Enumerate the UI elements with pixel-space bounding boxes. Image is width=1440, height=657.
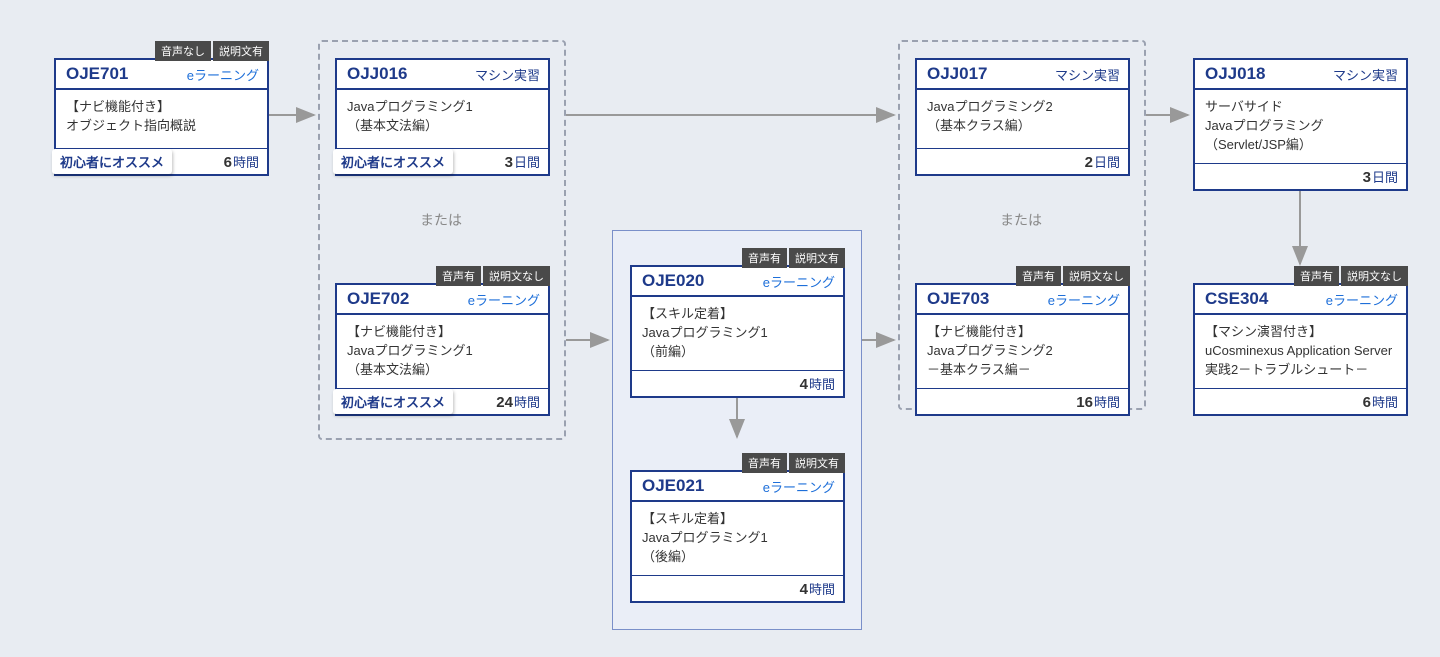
course-type: eラーニング <box>755 268 843 295</box>
course-code: OJE021 <box>632 472 714 500</box>
course-code: OJJ018 <box>1195 60 1276 88</box>
course-title: Javaプログラミング2 （基本クラス編） <box>917 90 1128 148</box>
card-ojj018[interactable]: OJJ018 マシン実習 サーバサイド Javaプログラミング （Servlet… <box>1193 58 1408 191</box>
course-type: eラーニング <box>1318 286 1406 313</box>
recommend-badge: 初心者にオススメ <box>52 149 172 174</box>
course-type: マシン実習 <box>467 61 548 88</box>
course-type: eラーニング <box>460 286 548 313</box>
audio-tag: 音声なし <box>155 41 211 61</box>
card-oje701[interactable]: 音声なし 説明文有 OJE701 eラーニング 【ナビ機能付き】 オブジェクト指… <box>54 58 269 176</box>
desc-tag: 説明文なし <box>1341 266 1408 286</box>
course-title: 【スキル定着】 Javaプログラミング1 （前編） <box>632 297 843 370</box>
course-code: OJE020 <box>632 267 714 295</box>
course-type: マシン実習 <box>1047 61 1128 88</box>
card-oje702[interactable]: 音声有 説明文なし OJE702 eラーニング 【ナビ機能付き】 Javaプログ… <box>335 283 550 416</box>
course-title: 【マシン演習付き】 uCosminexus Application Server… <box>1195 315 1406 388</box>
card-ojj016[interactable]: OJJ016 マシン実習 Javaプログラミング1 （基本文法編） 初心者にオス… <box>335 58 550 176</box>
course-type: eラーニング <box>1040 286 1128 313</box>
course-title: 【ナビ機能付き】 Javaプログラミング2 －基本クラス編－ <box>917 315 1128 388</box>
desc-tag: 説明文有 <box>213 41 269 61</box>
desc-tag: 説明文なし <box>1063 266 1130 286</box>
desc-tag: 説明文なし <box>483 266 550 286</box>
course-code: OJE703 <box>917 285 999 313</box>
course-title: Javaプログラミング1 （基本文法編） <box>337 90 548 148</box>
course-code: OJE701 <box>56 60 138 88</box>
card-oje020[interactable]: 音声有 説明文有 OJE020 eラーニング 【スキル定着】 Javaプログラミ… <box>630 265 845 398</box>
course-code: OJE702 <box>337 285 419 313</box>
desc-tag: 説明文有 <box>789 248 845 268</box>
course-title: 【ナビ機能付き】 オブジェクト指向概説 <box>56 90 267 148</box>
audio-tag: 音声有 <box>1294 266 1339 286</box>
course-title: 【スキル定着】 Javaプログラミング1 （後編） <box>632 502 843 575</box>
course-title: サーバサイド Javaプログラミング （Servlet/JSP編） <box>1195 90 1406 163</box>
audio-tag: 音声有 <box>742 453 787 473</box>
course-code: CSE304 <box>1195 285 1278 313</box>
course-code: OJJ017 <box>917 60 998 88</box>
course-type: eラーニング <box>179 61 267 88</box>
card-ojj017[interactable]: OJJ017 マシン実習 Javaプログラミング2 （基本クラス編） 2日間 <box>915 58 1130 176</box>
recommend-badge: 初心者にオススメ <box>333 389 453 414</box>
desc-tag: 説明文有 <box>789 453 845 473</box>
course-title: 【ナビ機能付き】 Javaプログラミング1 （基本文法編） <box>337 315 548 388</box>
or-label-1: または <box>420 210 462 230</box>
course-type: eラーニング <box>755 473 843 500</box>
card-oje021[interactable]: 音声有 説明文有 OJE021 eラーニング 【スキル定着】 Javaプログラミ… <box>630 470 845 603</box>
recommend-badge: 初心者にオススメ <box>333 149 453 174</box>
or-label-2: または <box>1000 210 1042 230</box>
course-code: OJJ016 <box>337 60 418 88</box>
course-type: マシン実習 <box>1325 61 1406 88</box>
audio-tag: 音声有 <box>436 266 481 286</box>
audio-tag: 音声有 <box>1016 266 1061 286</box>
card-oje703[interactable]: 音声有 説明文なし OJE703 eラーニング 【ナビ機能付き】 Javaプログ… <box>915 283 1130 416</box>
audio-tag: 音声有 <box>742 248 787 268</box>
card-cse304[interactable]: 音声有 説明文なし CSE304 eラーニング 【マシン演習付き】 uCosmi… <box>1193 283 1408 416</box>
